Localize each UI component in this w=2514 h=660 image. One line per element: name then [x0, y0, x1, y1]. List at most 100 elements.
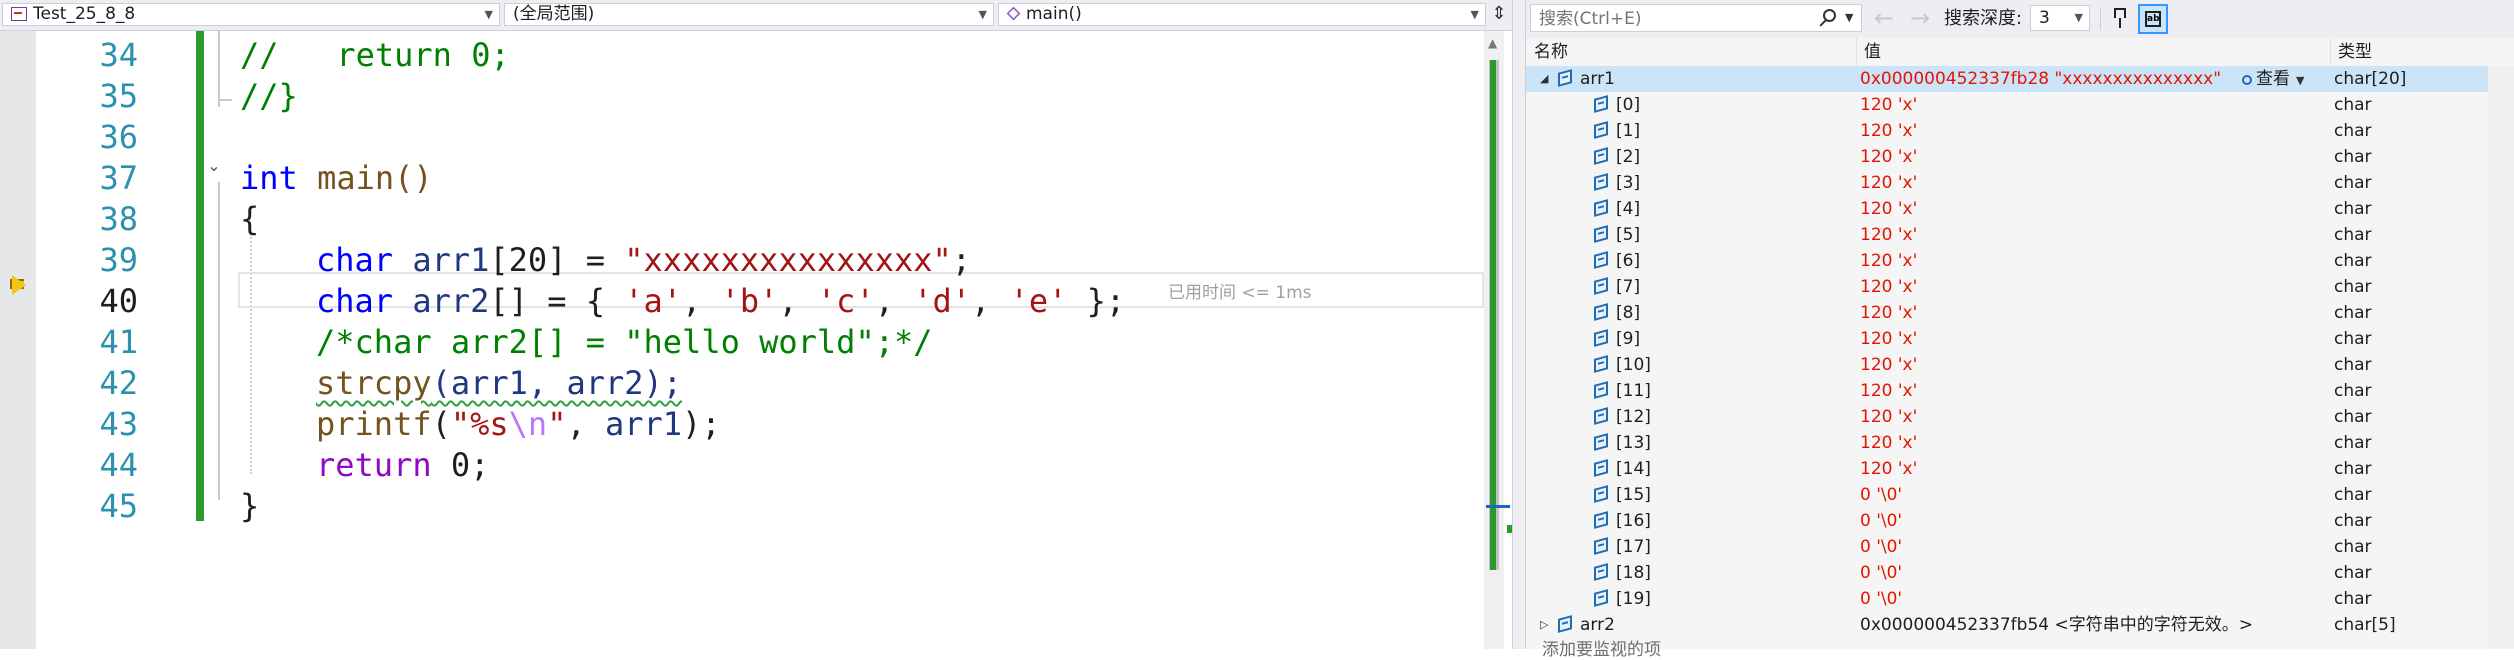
back-arrow-icon[interactable]: ← [1874, 4, 1894, 32]
watch-value[interactable]: 120 'x' [1860, 222, 1917, 248]
column-type[interactable]: 类型 [2330, 38, 2488, 66]
variable-icon [1592, 329, 1610, 347]
forward-arrow-icon[interactable]: → [1910, 4, 1930, 32]
variable-icon [1592, 355, 1610, 373]
watch-value[interactable]: 120 'x' [1860, 248, 1917, 274]
collapse-arrow-icon[interactable]: ◢ [1540, 66, 1548, 92]
watch-search-box[interactable]: ▼ [1530, 4, 1862, 33]
add-watch-item[interactable]: 添加要监视的项 [1542, 640, 1661, 660]
watch-row-element[interactable]: [5] 120 'x' char [1526, 222, 2488, 248]
brace: { [240, 200, 260, 238]
expand-arrow-icon[interactable]: ▷ [1540, 612, 1548, 638]
watch-row-element[interactable]: [7] 120 'x' char [1526, 274, 2488, 300]
watch-row-element[interactable]: [15] 0 '\0' char [1526, 482, 2488, 508]
watch-value[interactable]: 120 'x' [1860, 144, 1917, 170]
watch-row-element[interactable]: [4] 120 'x' char [1526, 196, 2488, 222]
string-literal: "xxxxxxxxxxxxxxx" [624, 241, 952, 279]
code-area[interactable]: // return 0; //} int main() { char arr1[… [240, 31, 1480, 649]
search-icon[interactable] [1823, 9, 1836, 22]
watch-value[interactable]: 0 '\0' [1860, 534, 1902, 560]
watch-value[interactable]: 120 'x' [1860, 196, 1917, 222]
watch-name: [8] [1616, 303, 1641, 323]
watch-value[interactable]: 0 '\0' [1860, 586, 1902, 612]
hex-display-button[interactable]: ab [2138, 4, 2168, 34]
watch-value[interactable]: 120 'x' [1860, 456, 1917, 482]
search-depth-dropdown[interactable]: 3 ▼ [2030, 5, 2090, 31]
watch-row-element[interactable]: [2] 120 'x' char [1526, 144, 2488, 170]
viewer-label: 查看 [2256, 69, 2290, 89]
chevron-down-icon: ▼ [2074, 11, 2083, 24]
watch-value[interactable]: 120 'x' [1860, 404, 1917, 430]
watch-value[interactable]: 120 'x' [1860, 326, 1917, 352]
watch-value[interactable]: 120 'x' [1860, 378, 1917, 404]
watch-row-element[interactable]: [3] 120 'x' char [1526, 170, 2488, 196]
watch-row-element[interactable]: [14] 120 'x' char [1526, 456, 2488, 482]
text-visualizer-button[interactable]: 查看 ▼ [2242, 66, 2304, 92]
watch-value[interactable]: 0 '\0' [1860, 560, 1902, 586]
watch-row-arr2[interactable]: ▷ arr2 0x000000452337fb54 <字符串中的字符无效。> c… [1526, 612, 2488, 638]
panel-splitter[interactable] [1512, 0, 1526, 649]
scroll-up-icon[interactable]: ▲ [1488, 36, 1497, 50]
variable-icon [1592, 537, 1610, 555]
watch-name: [19] [1616, 589, 1651, 609]
collapse-toggle-icon[interactable]: ⌄ [206, 158, 222, 174]
watch-name: [2] [1616, 147, 1641, 167]
watch-name: [9] [1616, 329, 1641, 349]
code-line-37: int main() [240, 158, 433, 198]
column-value[interactable]: 值 [1856, 38, 2330, 66]
watch-value[interactable]: 120 'x' [1860, 430, 1917, 456]
watch-type: char[20] [2334, 69, 2407, 89]
variable-icon [1592, 199, 1610, 217]
watch-row-arr1[interactable]: ◢ arr1 0x000000452337fb28 "xxxxxxxxxxxxx… [1526, 66, 2488, 92]
watch-row-element[interactable]: [13] 120 'x' char [1526, 430, 2488, 456]
char-literal: 'a' [624, 282, 683, 320]
watch-value[interactable]: 120 'x' [1860, 118, 1917, 144]
watch-row-element[interactable]: [10] 120 'x' char [1526, 352, 2488, 378]
code-editor[interactable]: Test_25_8_8 ▼ (全局范围) ▼ main() ▼ ⇕ 34 35 … [0, 0, 1514, 649]
watch-column-header: 名称 值 类型 [1526, 38, 2514, 67]
function-dropdown[interactable]: main() ▼ [998, 3, 1486, 26]
watch-row-element[interactable]: [0] 120 'x' char [1526, 92, 2488, 118]
split-icon[interactable]: ⇕ [1488, 3, 1510, 26]
variable-icon [1592, 459, 1610, 477]
variable-icon [1592, 303, 1610, 321]
pin-button[interactable] [2108, 5, 2134, 31]
watch-value[interactable]: 120 'x' [1860, 300, 1917, 326]
watch-value[interactable]: 120 'x' [1860, 170, 1917, 196]
watch-value[interactable]: 120 'x' [1860, 92, 1917, 118]
watch-row-element[interactable]: [9] 120 'x' char [1526, 326, 2488, 352]
watch-value[interactable]: 0 '\0' [1860, 482, 1902, 508]
search-input[interactable] [1531, 5, 1811, 33]
watch-row-element[interactable]: [19] 0 '\0' char [1526, 586, 2488, 612]
watch-row-element[interactable]: [6] 120 'x' char [1526, 248, 2488, 274]
watch-value[interactable]: 120 'x' [1860, 274, 1917, 300]
code-line-34: // return 0; [240, 35, 510, 75]
watch-row-element[interactable]: [18] 0 '\0' char [1526, 560, 2488, 586]
watch-row-element[interactable]: [11] 120 'x' char [1526, 378, 2488, 404]
watch-row-element[interactable]: [17] 0 '\0' char [1526, 534, 2488, 560]
comment: // [240, 36, 279, 74]
line-number: 36 [99, 118, 138, 156]
project-dropdown[interactable]: Test_25_8_8 ▼ [2, 3, 500, 26]
elapsed-time-perftip[interactable]: 已用时间 <= 1ms [1168, 283, 1312, 303]
watch-row-element[interactable]: [1] 120 'x' char [1526, 118, 2488, 144]
watch-vertical-scrollbar[interactable] [2488, 66, 2514, 649]
project-name: Test_25_8_8 [33, 4, 136, 24]
char-literal: 'e' [1009, 282, 1068, 320]
watch-value[interactable]: 0x000000452337fb28 "xxxxxxxxxxxxxxx" [1860, 66, 2221, 92]
watch-row-element[interactable]: [16] 0 '\0' char [1526, 508, 2488, 534]
code-line-39: char arr1[20] = "xxxxxxxxxxxxxxx"; [316, 240, 971, 280]
watch-row-element[interactable]: [8] 120 'x' char [1526, 300, 2488, 326]
column-name[interactable]: 名称 [1526, 38, 1856, 66]
variable-icon [1592, 407, 1610, 425]
chevron-down-icon[interactable]: ▼ [1845, 9, 1853, 27]
watch-value[interactable]: 0 '\0' [1860, 508, 1902, 534]
watch-name: [7] [1616, 277, 1641, 297]
watch-name: [18] [1616, 563, 1651, 583]
watch-type: char [2334, 251, 2372, 271]
scope-dropdown[interactable]: (全局范围) ▼ [504, 3, 994, 26]
watch-row-element[interactable]: [12] 120 'x' char [1526, 404, 2488, 430]
watch-value[interactable]: 0x000000452337fb54 <字符串中的字符无效。> [1860, 612, 2253, 638]
watch-value[interactable]: 120 'x' [1860, 352, 1917, 378]
glyph-margin[interactable] [0, 31, 36, 649]
